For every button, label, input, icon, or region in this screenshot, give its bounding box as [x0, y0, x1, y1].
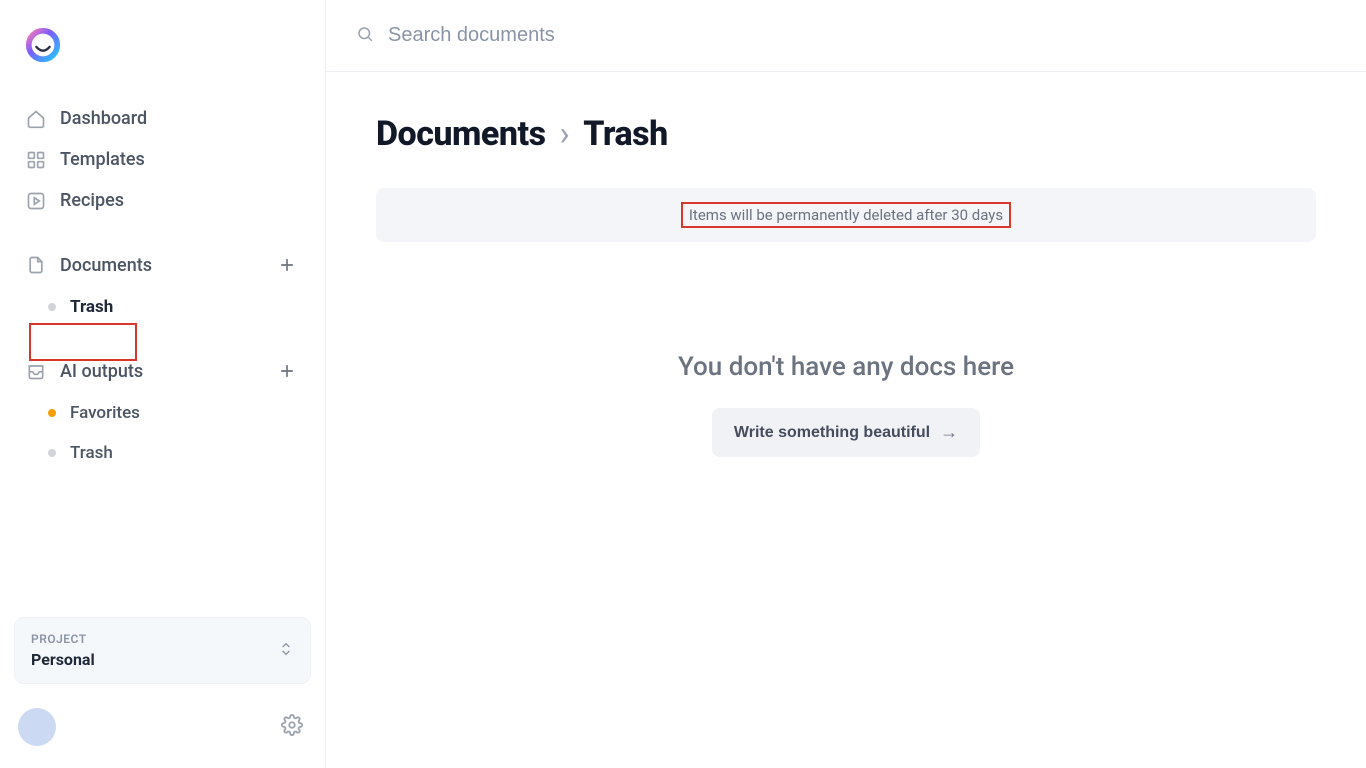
documents-subnav: Trash: [14, 287, 311, 327]
arrow-right-icon: →: [940, 422, 958, 443]
dot-icon: [48, 409, 56, 417]
write-button-label: Write something beautiful: [734, 424, 930, 442]
sidebar-item-label: AI outputs: [60, 361, 143, 382]
content: Documents › Trash Items will be permanen…: [326, 72, 1366, 768]
settings-button[interactable]: [281, 714, 303, 740]
sidebar-footer: [14, 704, 311, 750]
dot-icon: [48, 449, 56, 457]
nav-primary: Dashboard Templates Recipes: [14, 98, 311, 221]
search-bar: [326, 0, 1366, 72]
empty-state-title: You don't have any docs here: [678, 352, 1014, 382]
home-icon: [26, 109, 46, 129]
nav-documents: Documents Trash: [14, 243, 311, 327]
sidebar-item-templates[interactable]: Templates: [14, 139, 311, 180]
breadcrumb-current: Trash: [583, 114, 668, 154]
logo-icon: [24, 26, 62, 64]
empty-state: You don't have any docs here Write somet…: [376, 352, 1316, 457]
chevron-up-down-icon: [278, 641, 294, 661]
notice-bar: Items will be permanently deleted after …: [376, 188, 1316, 242]
inbox-icon: [26, 361, 46, 381]
project-picker-value: Personal: [31, 650, 95, 669]
add-ai-output-button[interactable]: [275, 359, 299, 383]
avatar[interactable]: [18, 708, 56, 746]
gear-icon: [281, 714, 303, 736]
search-input[interactable]: [388, 24, 1336, 47]
breadcrumb: Documents › Trash: [376, 114, 1316, 154]
write-button[interactable]: Write something beautiful →: [712, 408, 980, 457]
sidebar-item-label: Recipes: [60, 190, 124, 211]
sidebar-item-recipes[interactable]: Recipes: [14, 180, 311, 221]
sidebar-item-label: Templates: [60, 149, 145, 170]
add-document-button[interactable]: [275, 253, 299, 277]
nav-ai-outputs: AI outputs Favorites Trash: [14, 349, 311, 473]
sidebar-item-documents-trash[interactable]: Trash: [36, 287, 311, 327]
play-square-icon: [26, 191, 46, 211]
ai-outputs-subnav: Favorites Trash: [14, 393, 311, 473]
sidebar-item-label: Trash: [70, 297, 113, 317]
chevron-right-icon: ›: [560, 114, 570, 154]
plus-icon: [277, 255, 297, 275]
sidebar-item-ai-trash[interactable]: Trash: [36, 433, 311, 473]
project-picker-label: PROJECT: [31, 632, 95, 646]
sidebar-item-favorites[interactable]: Favorites: [36, 393, 311, 433]
project-picker[interactable]: PROJECT Personal: [14, 617, 311, 684]
sidebar-item-label: Favorites: [70, 403, 140, 423]
sidebar-item-dashboard[interactable]: Dashboard: [14, 98, 311, 139]
sidebar-item-label: Documents: [60, 255, 152, 276]
annotation-highlight: [29, 323, 137, 361]
file-icon: [26, 255, 46, 275]
sidebar-item-documents[interactable]: Documents: [14, 243, 311, 287]
dot-icon: [48, 303, 56, 311]
main: Documents › Trash Items will be permanen…: [326, 0, 1366, 768]
notice-text: Items will be permanently deleted after …: [681, 202, 1011, 228]
sidebar: Dashboard Templates Recipes Documents: [0, 0, 326, 768]
logo[interactable]: [14, 18, 311, 98]
sidebar-item-label: Trash: [70, 443, 113, 463]
plus-icon: [277, 361, 297, 381]
sidebar-item-label: Dashboard: [60, 108, 147, 129]
search-icon: [356, 25, 374, 47]
breadcrumb-root[interactable]: Documents: [376, 114, 546, 154]
grid-icon: [26, 150, 46, 170]
